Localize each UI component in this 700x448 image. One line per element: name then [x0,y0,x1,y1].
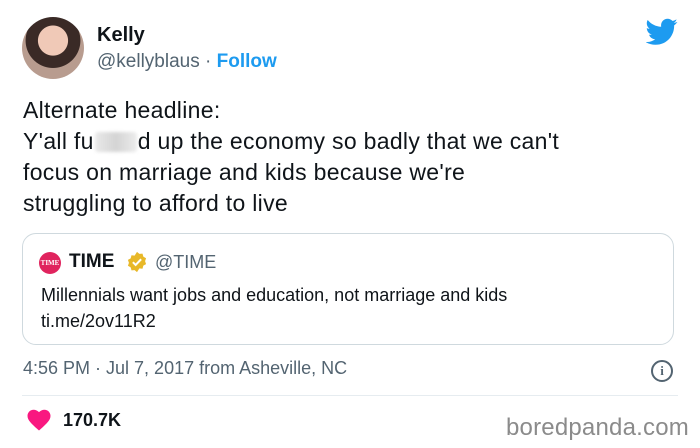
tweet-text: Alternate headline: Y'all fu d up the eco… [23,95,683,219]
tweet-line: struggling to afford to live [23,190,288,216]
author-name[interactable]: Kelly [97,24,145,47]
tweet-line: Alternate headline: [23,97,221,123]
author-handle[interactable]: @kellyblaus [97,51,200,72]
author-handle-line: @kellyblaus · Follow [97,51,277,73]
heart-icon[interactable] [27,409,51,431]
tweet-line: Y'all fu d up the economy so badly that w… [23,128,560,154]
tweet-line: focus on marriage and kids because we're [23,159,466,185]
verified-badge-icon [127,251,147,273]
censor-blur [94,132,137,152]
quoted-author-name: TIME [69,251,115,272]
quoted-link[interactable]: ti.me/2ov11R2 [41,308,507,334]
quoted-text: Millennials want jobs and education, not… [41,282,507,334]
info-icon[interactable]: i [651,360,673,382]
avatar[interactable] [22,17,84,79]
quoted-headline: Millennials want jobs and education, not… [41,285,508,305]
quoted-author-handle: @TIME [155,252,217,272]
twitter-bird-icon[interactable] [646,18,678,46]
watermark: boredpanda.com [506,414,689,441]
separator: · [205,51,212,72]
quoted-tweet[interactable]: TIME TIME @TIME Millennials want jobs an… [22,233,674,345]
like-count[interactable]: 170.7K [63,410,121,431]
tweet-timestamp[interactable]: 4:56 PM · Jul 7, 2017 from Asheville, NC [23,358,347,379]
follow-button[interactable]: Follow [217,51,277,72]
time-logo: TIME [39,252,61,274]
divider [22,395,678,396]
